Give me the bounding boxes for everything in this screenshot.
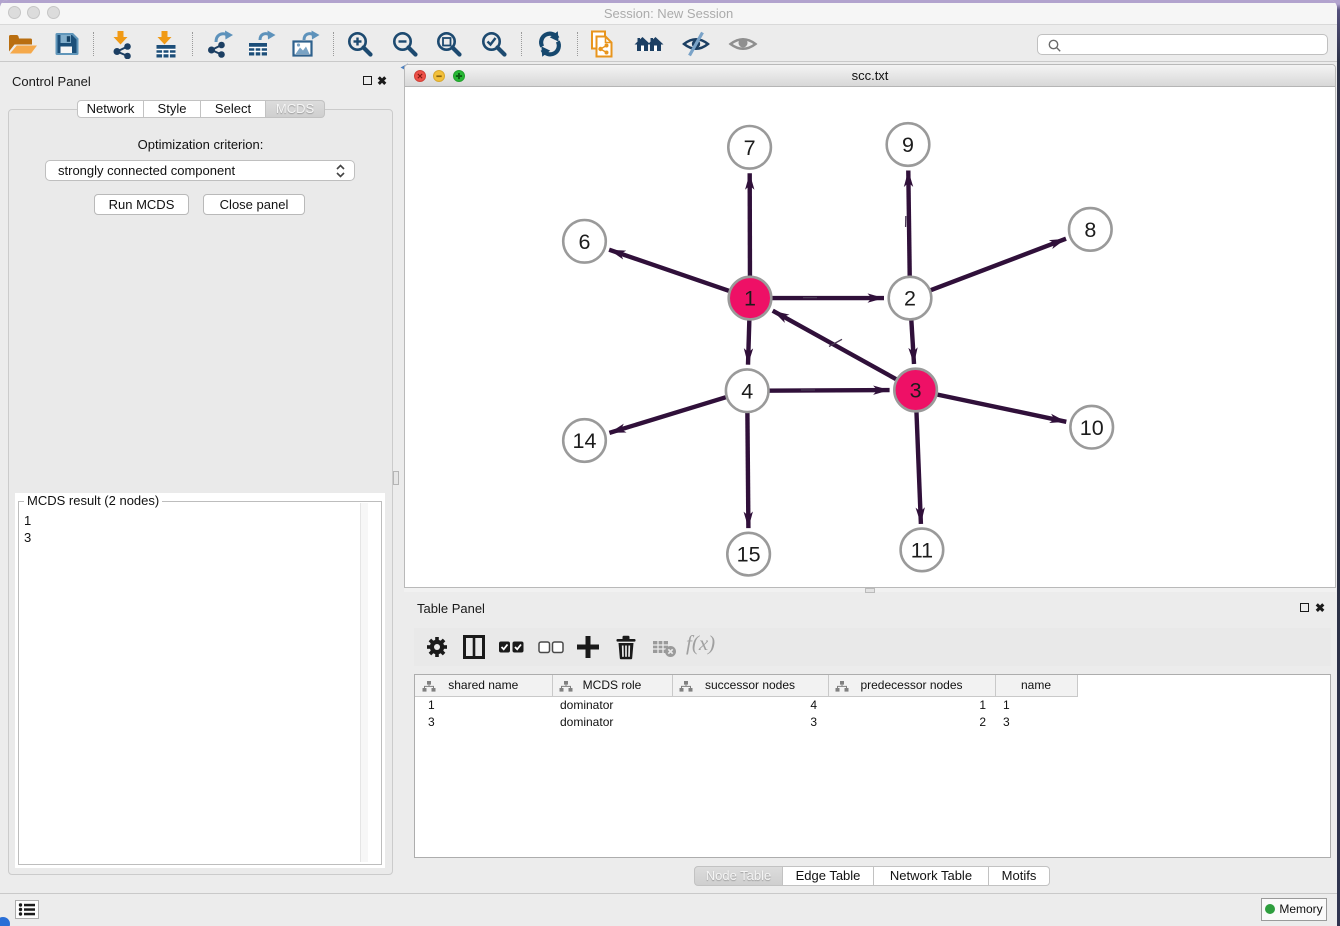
svg-text:14: 14 [573,429,597,453]
svg-text:8: 8 [1084,218,1096,242]
svg-text:15: 15 [737,543,761,567]
svg-text:2: 2 [904,287,916,311]
svg-text:10: 10 [1080,416,1104,440]
svg-text:1: 1 [744,287,756,311]
svg-text:6: 6 [579,230,591,254]
svg-text:4: 4 [741,379,753,403]
svg-text:7: 7 [744,136,756,160]
svg-text:3: 3 [910,379,922,403]
svg-text:11: 11 [911,539,933,563]
svg-text:9: 9 [902,133,914,157]
